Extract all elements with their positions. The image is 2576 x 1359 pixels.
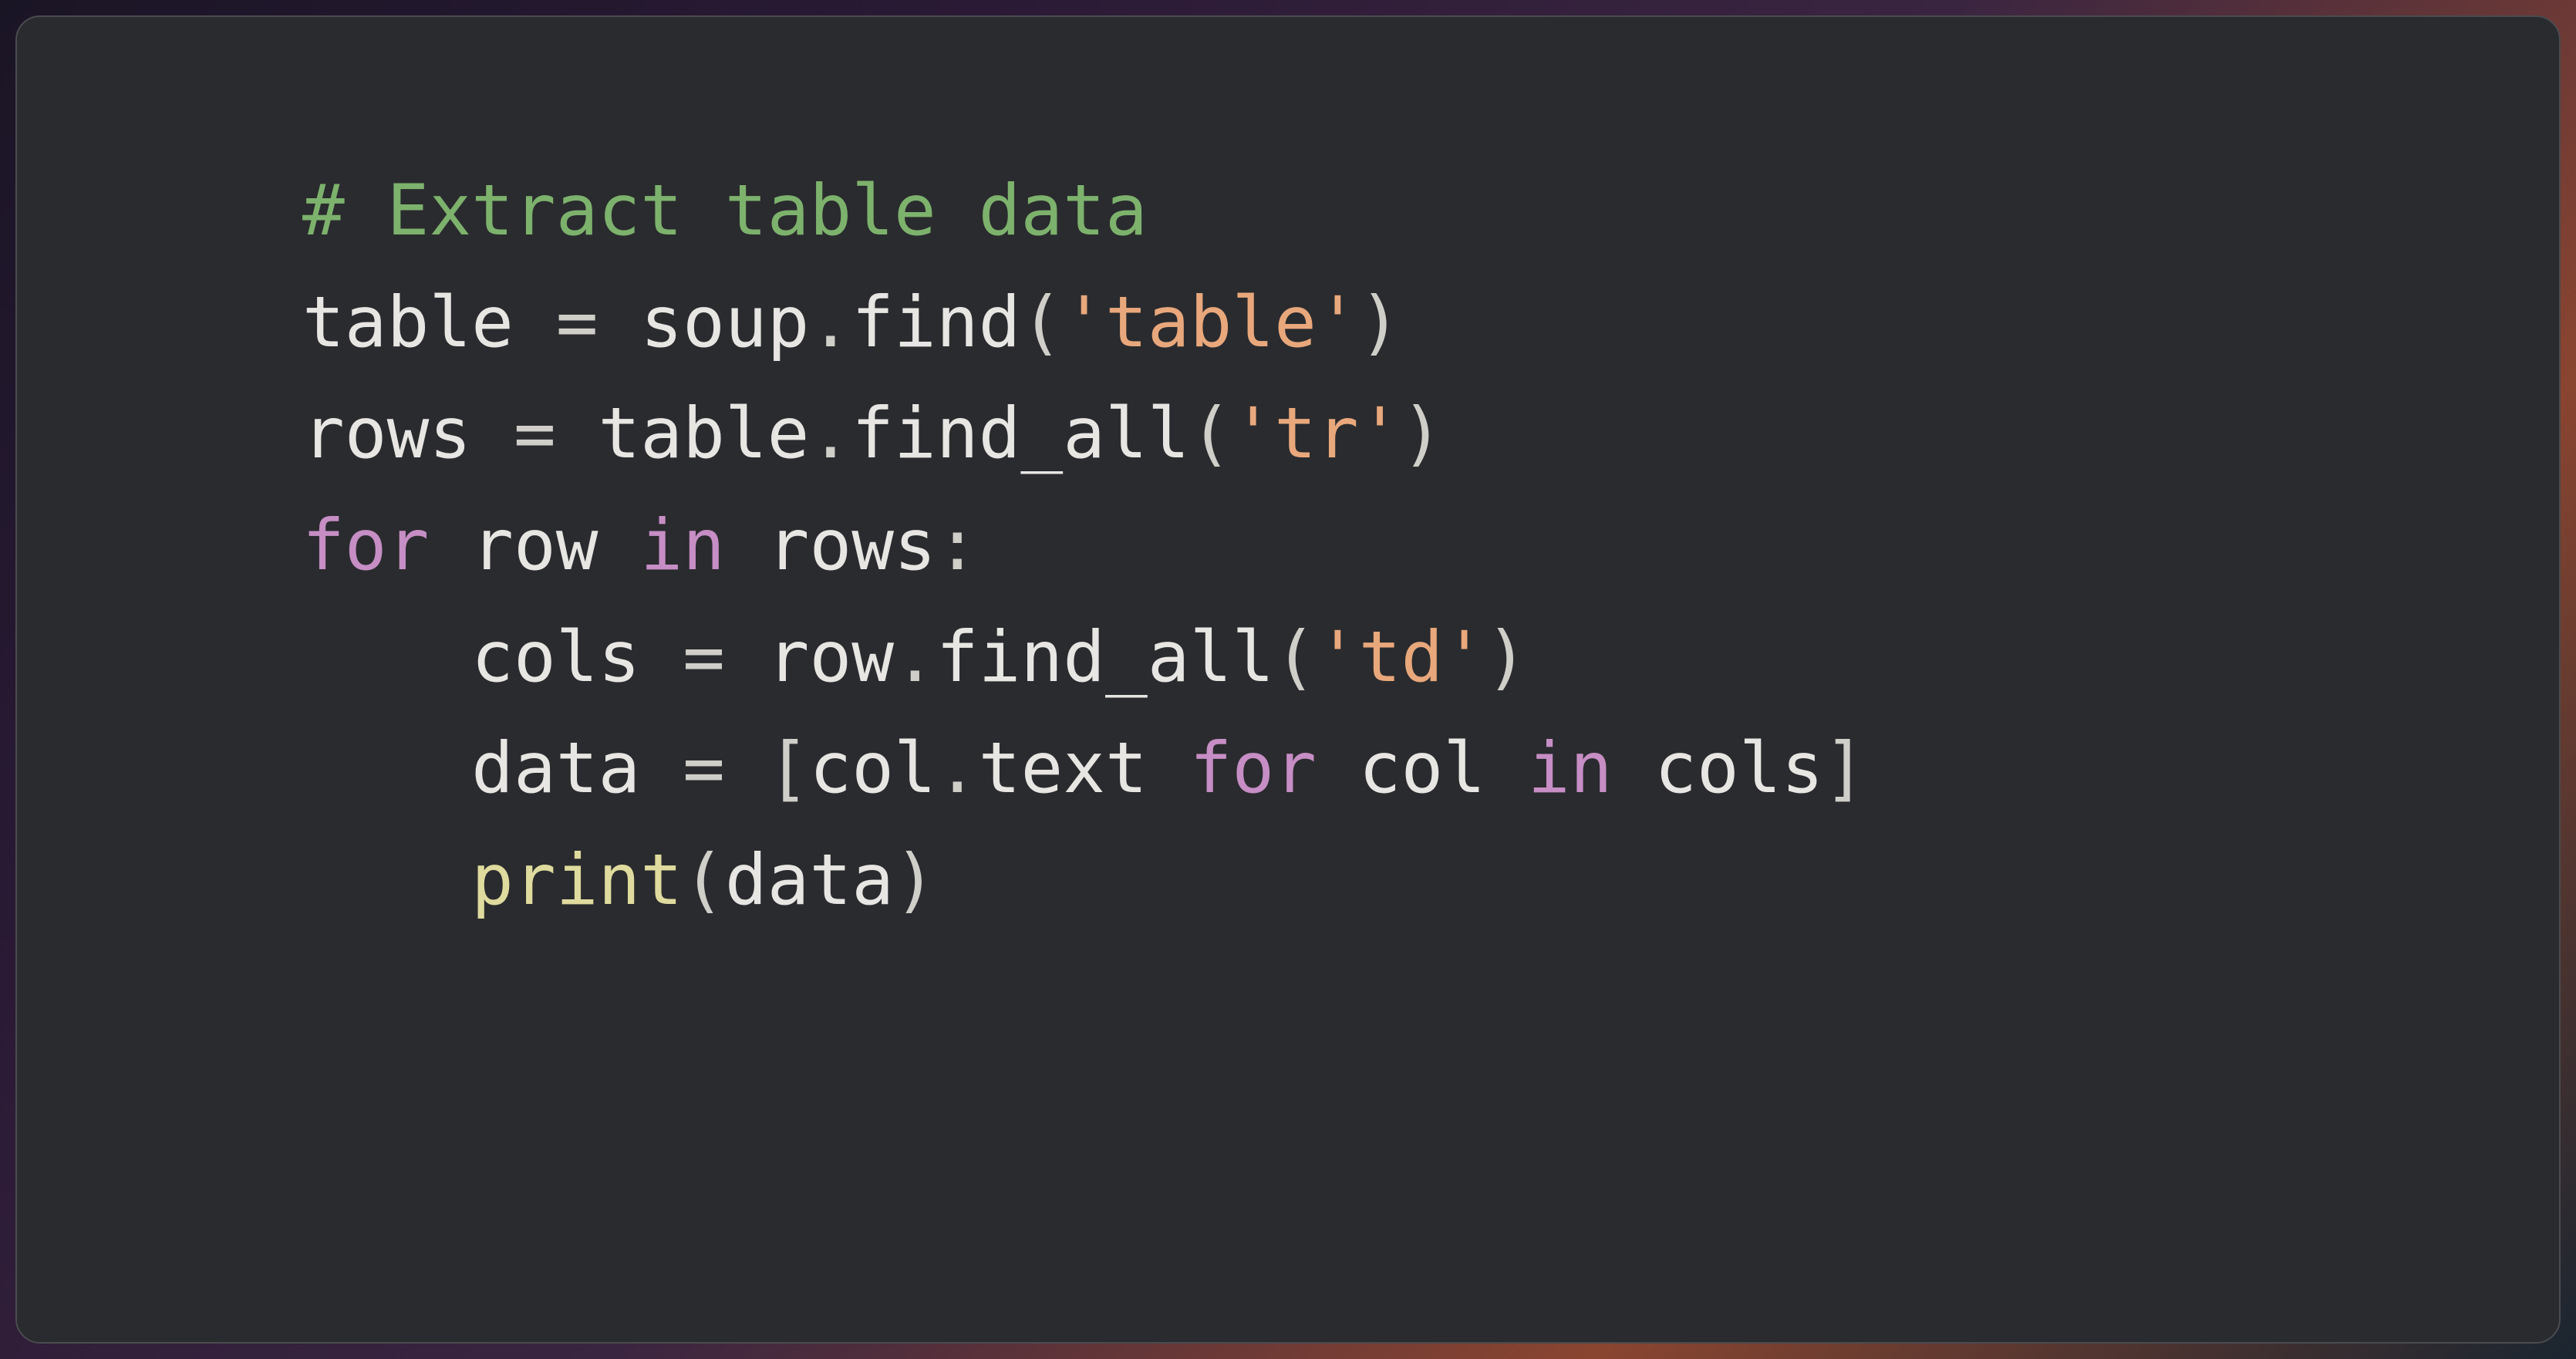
code-token: data [471, 728, 683, 809]
code-token: = [556, 282, 598, 363]
code-line-2: table = soup.find('table') [302, 268, 2559, 379]
code-token: . [809, 393, 851, 474]
code-indent [302, 617, 471, 698]
code-token: ) [894, 840, 936, 921]
code-line-5: cols = row.find_all('td') [302, 602, 2559, 714]
code-token: find_all [851, 393, 1189, 474]
code-keyword: in [1528, 728, 1613, 809]
code-string: 'table' [1063, 282, 1359, 363]
code-token: ) [1401, 393, 1444, 474]
code-string: 'td' [1317, 617, 1485, 698]
code-line-6: data = [col.text for col in cols] [302, 713, 2559, 825]
code-line-1: # Extract table data [302, 156, 2559, 268]
code-token: col [809, 728, 936, 809]
code-token: find_all [936, 617, 1274, 698]
code-token [725, 728, 767, 809]
code-keyword: for [1190, 728, 1317, 809]
code-indent [302, 728, 471, 809]
code-token: ( [1190, 393, 1232, 474]
code-token: ] [1823, 728, 1866, 809]
code-token: rows [302, 393, 514, 474]
code-token: . [894, 617, 936, 698]
code-token: . [809, 282, 851, 363]
code-string: 'tr' [1232, 393, 1401, 474]
code-token: row [429, 505, 640, 586]
code-token: data [725, 840, 894, 921]
code-token: : [936, 505, 979, 586]
code-comment: # Extract table data [302, 170, 1148, 251]
code-token: soup [598, 282, 810, 363]
code-token: rows [725, 505, 936, 586]
code-token: . [936, 728, 979, 809]
code-token: cols [471, 617, 683, 698]
code-line-7: print(data) [302, 825, 2559, 937]
code-token: table [302, 282, 556, 363]
code-token: = [683, 728, 725, 809]
code-block: # Extract table data table = soup.find('… [15, 15, 2561, 1344]
code-token: ( [1020, 282, 1063, 363]
code-keyword: for [302, 505, 429, 586]
code-line-3: rows = table.find_all('tr') [302, 379, 2559, 491]
code-token: ( [683, 840, 725, 921]
code-token: table [556, 393, 810, 474]
code-token: row [725, 617, 894, 698]
code-token: cols [1612, 728, 1823, 809]
code-builtin: print [471, 840, 683, 921]
code-token: ) [1485, 617, 1528, 698]
code-token: [ [767, 728, 810, 809]
code-token: col [1317, 728, 1528, 809]
code-line-4: for row in rows: [302, 491, 2559, 602]
code-token: ) [1359, 282, 1401, 363]
code-token: text [979, 728, 1190, 809]
code-token: find [851, 282, 1020, 363]
code-token: ( [1274, 617, 1317, 698]
code-indent [302, 840, 471, 921]
code-token: = [514, 393, 556, 474]
code-token: = [683, 617, 725, 698]
code-keyword: in [640, 505, 725, 586]
